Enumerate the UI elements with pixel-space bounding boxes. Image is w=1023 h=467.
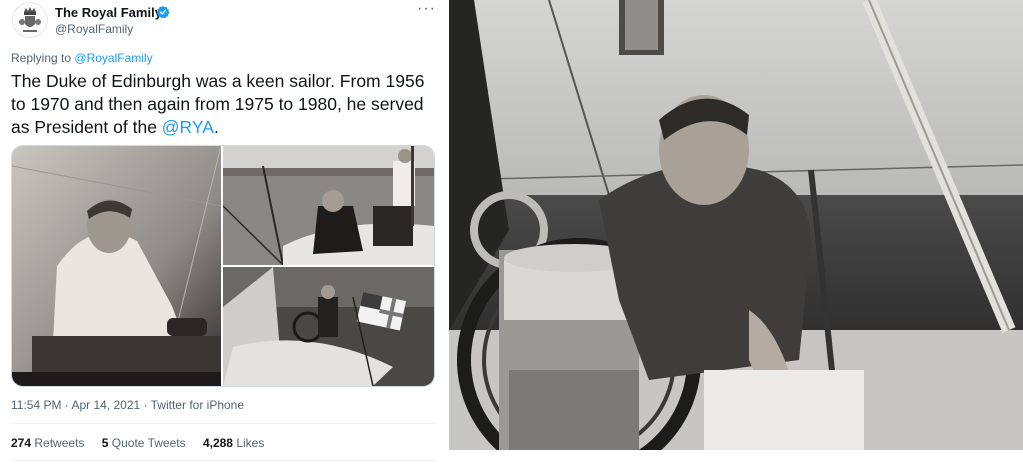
photo-sailor-at-helm <box>449 0 1023 450</box>
mention-link[interactable]: @RYA <box>162 117 214 137</box>
quote-tweets-stat[interactable]: 5 Quote Tweets <box>102 436 186 450</box>
retweets-count: 274 <box>11 436 32 450</box>
tweet-timestamp[interactable]: 11:54 PM · Apr 14, 2021 · Twitter for iP… <box>11 398 244 412</box>
divider <box>11 460 436 461</box>
likes-label: Likes <box>236 436 265 450</box>
tweet-text-part2: . <box>213 117 219 137</box>
reply-to-link[interactable]: @RoyalFamily <box>74 51 152 65</box>
tweet-header: The Royal Family @RoyalFamily ··· <box>12 0 442 42</box>
tweet-card: The Royal Family @RoyalFamily ··· Replyi… <box>0 0 446 467</box>
avatar[interactable] <box>12 2 48 38</box>
reply-prefix: Replying to <box>11 51 72 65</box>
retweets-label: Retweets <box>34 436 85 450</box>
quote-count: 5 <box>101 436 109 450</box>
reply-context: Replying to @RoyalFamily <box>11 51 153 65</box>
engagement-stats: 274 Retweets 5 Quote Tweets 4,288 Likes <box>11 436 278 450</box>
retweets-stat[interactable]: 274 Retweets <box>11 436 84 450</box>
more-options-icon[interactable]: ··· <box>417 0 436 18</box>
media-grid <box>11 145 435 387</box>
author-name[interactable]: The Royal Family <box>55 5 162 20</box>
author-handle[interactable]: @RoyalFamily <box>55 22 133 36</box>
tweet-text: The Duke of Edinburgh was a keen sailor.… <box>11 70 436 139</box>
quote-label: Quote Tweets <box>111 436 186 450</box>
photo-duke-portrait[interactable] <box>12 146 221 386</box>
photo-duke-in-boat[interactable] <box>223 146 434 265</box>
royal-crest-icon <box>13 3 47 37</box>
likes-stat[interactable]: 4,288 Likes <box>203 436 264 450</box>
verified-badge-icon <box>156 5 170 19</box>
divider <box>11 423 436 424</box>
likes-count: 4,288 <box>202 436 233 450</box>
photo-yacht-with-ensign[interactable] <box>223 267 434 386</box>
